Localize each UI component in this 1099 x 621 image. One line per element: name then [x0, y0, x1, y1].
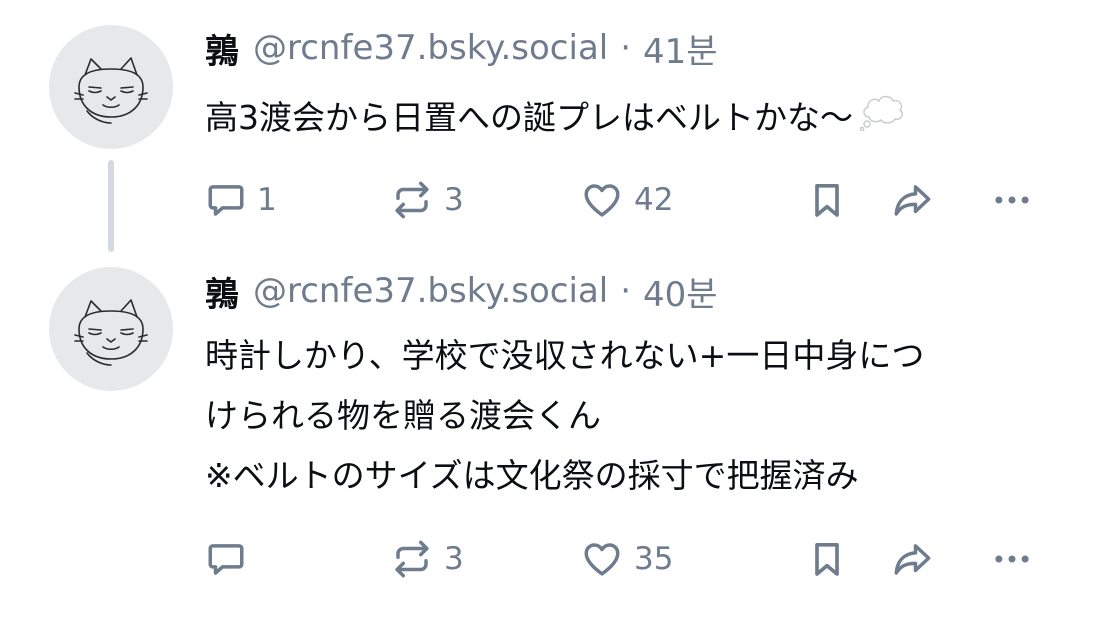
- like-button[interactable]: 42: [580, 177, 673, 223]
- post-text: 時計しかり、学校で没収されない+一日中身につ けられる物を贈る渡会くん ※ベルト…: [205, 326, 1065, 506]
- repost-count: 3: [444, 541, 464, 577]
- reply-button[interactable]: 1: [205, 177, 277, 223]
- post-text: 高3渡会から日置への誕プレはベルトかな～: [205, 88, 1065, 150]
- post-time[interactable]: 41분: [643, 24, 718, 73]
- avatar[interactable]: [49, 267, 173, 391]
- share-arrow-icon: [894, 185, 931, 216]
- bookmark-button[interactable]: [807, 177, 847, 223]
- repost-arrows-icon: [395, 181, 429, 219]
- post-actions: 1 3 42: [200, 177, 1050, 223]
- post-text-line: ※ベルトのサイズは文化祭の採寸で把握済み: [205, 456, 859, 495]
- post[interactable]: 鶉 @rcnfe37.bsky.social · 41분 高3渡会から日置への誕…: [0, 0, 1099, 258]
- speech-bubble-icon: [208, 544, 244, 575]
- cat-sketch-avatar-icon: [74, 57, 148, 124]
- post-text-line: けられる物を贈る渡会くん: [205, 396, 601, 435]
- repost-button[interactable]: 3: [390, 177, 464, 223]
- post[interactable]: 鶉 @rcnfe37.bsky.social · 40분 時計しかり、学校で没収…: [0, 258, 1099, 621]
- share-button[interactable]: [890, 177, 934, 223]
- like-count: 35: [634, 541, 674, 577]
- post-text-line: 時計しかり、学校で没収されない+一日中身につ: [205, 336, 925, 375]
- speech-bubble-icon: [208, 185, 244, 216]
- post-time[interactable]: 40분: [643, 267, 718, 316]
- thought-balloon-icon: [859, 90, 907, 150]
- bookmark-icon: [815, 543, 839, 576]
- repost-button[interactable]: 3: [390, 536, 464, 582]
- heart-icon: [584, 543, 620, 576]
- separator-dot: ·: [620, 28, 632, 68]
- avatar[interactable]: [49, 25, 173, 149]
- like-button[interactable]: 35: [580, 536, 673, 582]
- share-arrow-icon: [894, 544, 931, 575]
- reply-count: 1: [257, 182, 277, 218]
- repost-arrows-icon: [395, 540, 429, 578]
- display-name[interactable]: 鶉: [205, 24, 239, 73]
- post-header: 鶉 @rcnfe37.bsky.social · 40분: [205, 267, 718, 315]
- share-button[interactable]: [890, 536, 934, 582]
- more-options-button[interactable]: [990, 536, 1034, 582]
- ellipsis-icon: [995, 196, 1029, 204]
- handle[interactable]: @rcnfe37.bsky.social: [253, 271, 608, 311]
- repost-count: 3: [444, 182, 464, 218]
- separator-dot: ·: [620, 271, 632, 311]
- cat-sketch-avatar-icon: [74, 299, 148, 366]
- post-header: 鶉 @rcnfe37.bsky.social · 41분: [205, 24, 718, 72]
- reply-button[interactable]: [205, 536, 257, 582]
- bookmark-icon: [815, 184, 839, 217]
- post-text-line: 高3渡会から日置への誕プレはベルトかな～: [205, 88, 1065, 150]
- display-name[interactable]: 鶉: [205, 267, 239, 316]
- heart-icon: [584, 184, 620, 217]
- ellipsis-icon: [995, 555, 1029, 563]
- post-text-content: 高3渡会から日置への誕プレはベルトかな～: [205, 98, 853, 137]
- handle[interactable]: @rcnfe37.bsky.social: [253, 28, 608, 68]
- more-options-button[interactable]: [990, 177, 1034, 223]
- bookmark-button[interactable]: [807, 536, 847, 582]
- post-actions: 3 35: [200, 536, 1050, 582]
- like-count: 42: [634, 182, 674, 218]
- thread-line: [108, 160, 114, 252]
